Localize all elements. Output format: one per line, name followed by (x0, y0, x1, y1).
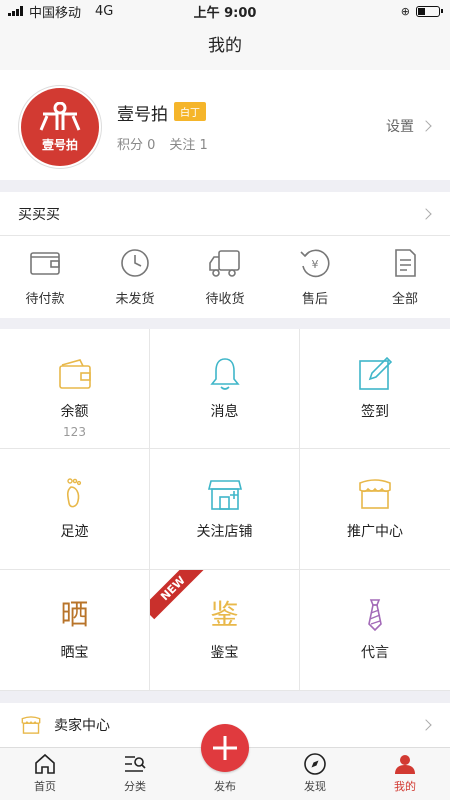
tab-label: 我的 (394, 780, 416, 793)
tie-icon (368, 599, 382, 632)
grid-label: 鉴宝 (210, 645, 239, 661)
tab-discover[interactable]: 发现 (270, 748, 360, 800)
compass-icon (304, 753, 326, 775)
status-bar: 中国移动 4G 上午 9:00 ⊕ (0, 0, 450, 22)
grid-label: 晒宝 (60, 645, 89, 661)
publish-button[interactable] (201, 724, 249, 772)
clock-icon (121, 249, 149, 277)
order-status-row: 待付款 未发货 待收货 ¥ 售后 全部 (0, 236, 450, 318)
chevron-right-icon (420, 120, 432, 132)
plus-icon (213, 736, 237, 760)
settings-label: 设置 (386, 119, 414, 135)
nav-bar: 我的 (0, 22, 450, 70)
grid-label: 足迹 (60, 524, 89, 540)
grid-label: 代言 (361, 645, 389, 661)
grid-item-footprints[interactable]: 足迹 (0, 449, 150, 570)
status-time: 上午 9:00 (193, 5, 257, 21)
footprint-icon (66, 478, 81, 508)
order-pending-payment[interactable]: 待付款 (0, 236, 90, 318)
refund-icon: ¥ (300, 249, 330, 278)
grid-item-show-treasure[interactable]: 晒 晒宝 (0, 570, 150, 691)
buy-section-header[interactable]: 买买买 (0, 192, 450, 236)
orientation-lock-icon: ⊕ (400, 4, 410, 18)
bell-icon (209, 358, 240, 390)
battery-icon (416, 5, 443, 17)
seller-center-left: 卖家中心 (20, 714, 110, 736)
tab-category[interactable]: 分类 (90, 748, 180, 800)
tab-label: 发现 (304, 780, 326, 793)
avatar-text: 壹号拍 (41, 137, 78, 152)
points-label[interactable]: 积分 0 (117, 134, 155, 153)
grid-label: 关注店铺 (196, 524, 253, 540)
grid-item-checkin[interactable]: 签到 (300, 329, 450, 449)
grid-label: 推广中心 (347, 524, 403, 540)
order-label: 售后 (301, 292, 328, 307)
feature-grid: 余额 123 消息 签到 足迹 关注店铺 推广中心 晒 晒宝 NEW 鉴 鉴宝 … (0, 329, 450, 691)
username: 壹号拍 (117, 105, 168, 125)
seller-center-label: 卖家中心 (54, 718, 110, 734)
order-after-sale[interactable]: ¥ 售后 (270, 236, 360, 318)
avatar[interactable]: 壹号拍 (18, 85, 102, 169)
truck-icon (209, 250, 240, 277)
order-label: 待付款 (25, 292, 65, 307)
document-icon (395, 249, 416, 277)
chevron-right-icon (420, 719, 432, 731)
logo-icon (39, 101, 81, 131)
shop-icon (359, 479, 391, 509)
user-icon (395, 755, 415, 774)
grid-item-followed-stores[interactable]: 关注店铺 (150, 449, 300, 570)
profile-stats: 积分 0 关注 1 (117, 134, 208, 153)
grid-label: 余额 (60, 404, 89, 420)
grid-label: 消息 (210, 404, 239, 420)
category-icon (125, 756, 146, 772)
order-pending-receipt[interactable]: 待收货 (180, 236, 270, 318)
edit-icon (359, 356, 393, 390)
wallet-icon (30, 252, 60, 275)
svg-text:¥: ¥ (312, 258, 319, 271)
grid-item-endorse[interactable]: 代言 (300, 570, 450, 691)
wallet-icon (58, 359, 91, 389)
tab-label: 分类 (124, 780, 146, 793)
new-ribbon: NEW (150, 570, 204, 620)
balance-value: 123 (63, 425, 86, 439)
grid-item-promotion-center[interactable]: 推广中心 (300, 449, 450, 570)
tab-label: 发布 (214, 780, 236, 793)
order-label: 全部 (391, 292, 418, 307)
grid-item-messages[interactable]: 消息 (150, 329, 300, 449)
shop-icon (21, 716, 41, 734)
appraise-icon: 鉴 (210, 598, 239, 631)
show-icon: 晒 (60, 598, 89, 631)
avatar-logo: 壹号拍 (21, 88, 99, 166)
tab-mine[interactable]: 我的 (360, 748, 450, 800)
page-title: 我的 (208, 36, 242, 56)
order-all[interactable]: 全部 (360, 236, 450, 318)
settings-button[interactable]: 设置 (386, 116, 432, 136)
profile-card[interactable]: 壹号拍 壹号拍 白丁 积分 0 关注 1 设置 (0, 70, 450, 180)
order-label: 未发货 (115, 292, 155, 307)
tab-label: 首页 (34, 780, 56, 793)
home-icon (35, 753, 55, 774)
tab-home[interactable]: 首页 (0, 748, 90, 800)
level-badge: 白丁 (174, 102, 206, 121)
grid-item-appraise-treasure[interactable]: NEW 鉴 鉴宝 (150, 570, 300, 691)
chevron-right-icon (420, 207, 432, 220)
grid-label: 签到 (361, 404, 389, 420)
status-right: ⊕ (400, 4, 443, 18)
buy-section-title: 买买买 (18, 206, 60, 223)
grid-item-balance[interactable]: 余额 123 (0, 329, 150, 449)
follow-label[interactable]: 关注 1 (169, 134, 207, 153)
order-not-shipped[interactable]: 未发货 (90, 236, 180, 318)
order-label: 待收货 (205, 292, 245, 307)
store-icon (207, 480, 242, 510)
